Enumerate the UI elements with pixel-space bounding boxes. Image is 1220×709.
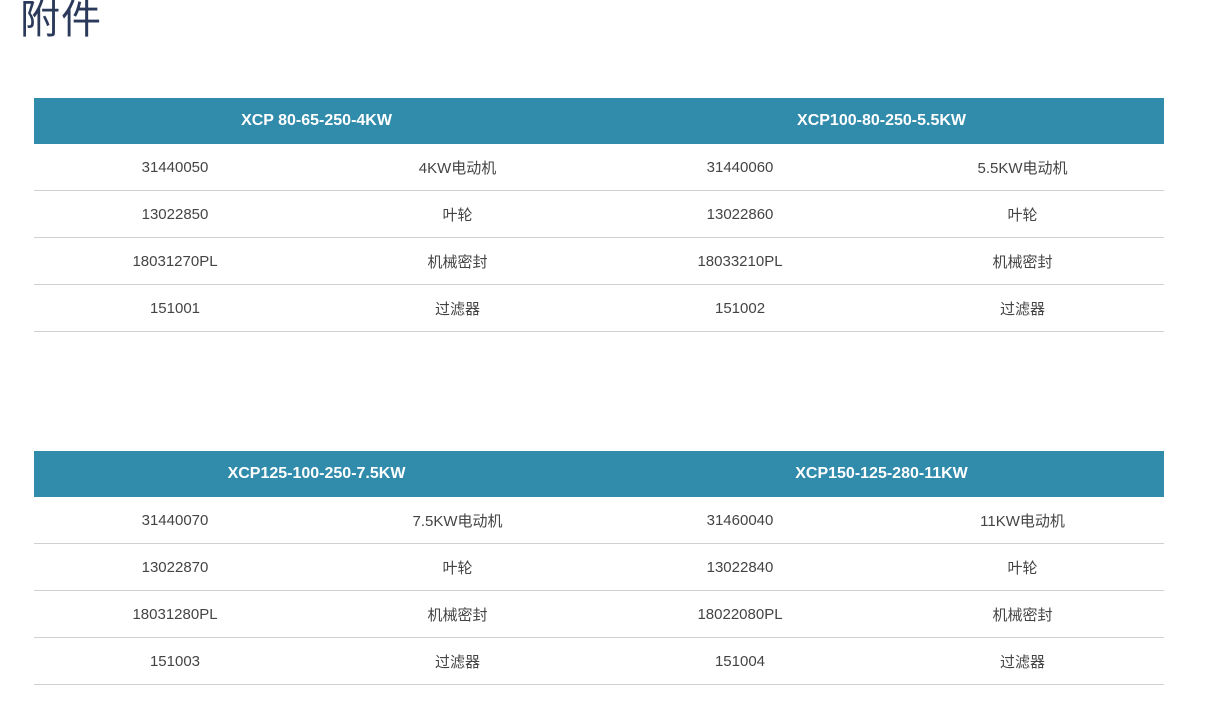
page-title: 附件 [20,0,102,43]
part-code: 13022870 [34,543,316,591]
part-code: 151001 [34,284,316,332]
part-code: 13022860 [599,190,882,238]
part-code: 151002 [599,284,882,332]
model-header: XCP100-80-250-5.5KW [599,98,1165,144]
part-code: 13022840 [599,543,881,591]
part-name: 11KW电动机 [881,497,1165,544]
accessories-table-1: XCP 80-65-250-4KW XCP100-80-250-5.5KW 31… [34,98,1165,332]
part-code: 31440050 [34,144,316,191]
part-name: 7.5KW电动机 [316,497,599,544]
table-row: 13022870 叶轮 13022840 叶轮 [34,543,1165,591]
table-row: 18031270PL 机械密封 18033210PL 机械密封 [34,237,1165,285]
part-code: 151004 [599,637,881,685]
table-header-row: XCP 80-65-250-4KW XCP100-80-250-5.5KW [34,98,1165,144]
part-name: 机械密封 [316,237,600,285]
part-code: 18022080PL [599,590,881,638]
part-name: 叶轮 [881,543,1165,591]
part-name: 叶轮 [316,543,599,591]
table-row: 151003 过滤器 151004 过滤器 [34,637,1165,685]
part-code: 31440070 [34,497,316,544]
table-row: 31440070 7.5KW电动机 31460040 11KW电动机 [34,497,1165,544]
part-name: 叶轮 [881,190,1165,238]
table-row: 31440050 4KW电动机 31440060 5.5KW电动机 [34,144,1165,191]
part-code: 18033210PL [599,237,882,285]
part-name: 过滤器 [881,284,1165,332]
table-row: 18031280PL 机械密封 18022080PL 机械密封 [34,590,1165,638]
part-name: 5.5KW电动机 [881,144,1165,191]
part-code: 13022850 [34,190,316,238]
table-header-row: XCP125-100-250-7.5KW XCP150-125-280-11KW [34,451,1165,497]
part-name: 机械密封 [881,237,1165,285]
part-name: 4KW电动机 [316,144,600,191]
model-header: XCP150-125-280-11KW [599,451,1165,497]
model-header: XCP125-100-250-7.5KW [34,451,599,497]
part-name: 叶轮 [316,190,600,238]
table-row: 151001 过滤器 151002 过滤器 [34,284,1165,332]
part-code: 18031280PL [34,590,316,638]
table-row: 13022850 叶轮 13022860 叶轮 [34,190,1165,238]
part-code: 18031270PL [34,237,316,285]
part-code: 31440060 [599,144,882,191]
model-header: XCP 80-65-250-4KW [34,98,600,144]
part-name: 过滤器 [881,637,1165,685]
part-name: 过滤器 [316,284,600,332]
part-code: 31460040 [599,497,881,544]
part-name: 机械密封 [316,590,599,638]
accessories-table-2: XCP125-100-250-7.5KW XCP150-125-280-11KW… [34,451,1165,685]
part-name: 过滤器 [316,637,599,685]
part-code: 151003 [34,637,316,685]
part-name: 机械密封 [881,590,1165,638]
